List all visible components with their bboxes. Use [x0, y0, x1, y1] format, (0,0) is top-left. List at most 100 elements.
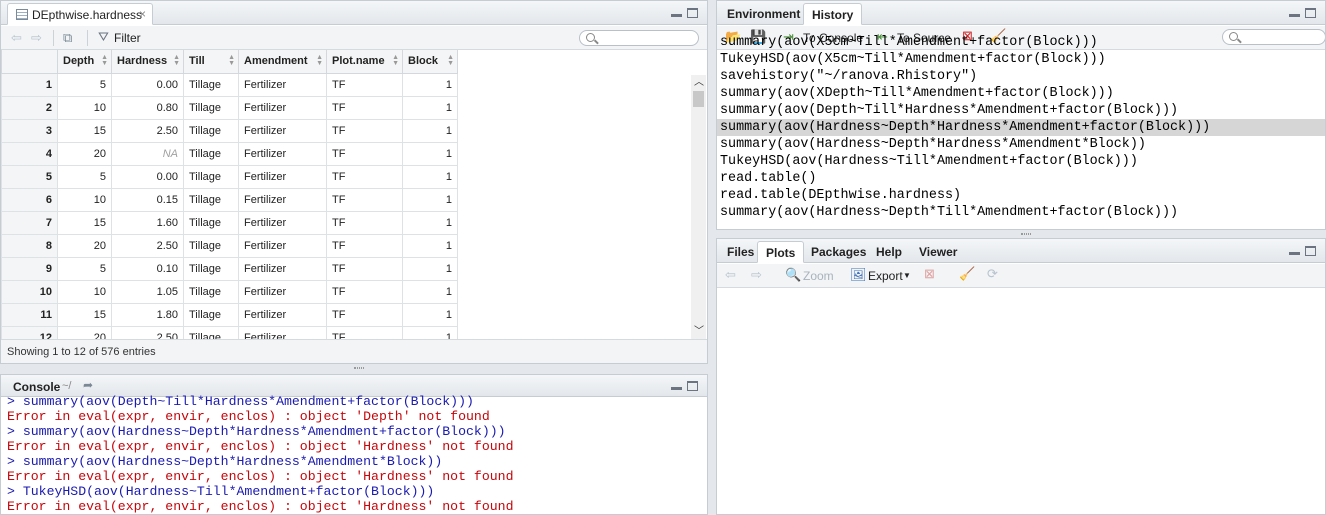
popout-icon[interactable]: ⧉	[63, 30, 72, 46]
history-entry[interactable]: summary(aov(Depth~Till*Hardness*Amendmen…	[717, 102, 1325, 119]
history-entry[interactable]: summary(aov(X5cm~Till*Amendment+factor(B…	[717, 34, 1325, 51]
tab-files[interactable]: Files	[719, 241, 762, 263]
back-arrow-icon[interactable]: ⇦	[725, 267, 736, 283]
search-input[interactable]	[579, 30, 699, 46]
history-entry[interactable]: summary(aov(Hardness~Depth*Hardness*Amen…	[717, 119, 1325, 136]
export-button[interactable]: Export	[868, 269, 903, 283]
console-window-controls[interactable]	[671, 381, 701, 393]
history-entry[interactable]: savehistory("~/ranova.Rhistory")	[717, 68, 1325, 85]
maximize-icon[interactable]	[1305, 246, 1316, 256]
maximize-icon[interactable]	[687, 8, 698, 18]
table-row[interactable]: 6 10 0.15 Tillage Fertilizer TF 1	[1, 187, 458, 212]
table-row[interactable]: 2 10 0.80 Tillage Fertilizer TF 1	[1, 95, 458, 120]
window-controls[interactable]	[671, 8, 701, 20]
vertical-scrollbar[interactable]: ︿ ﹀	[691, 75, 706, 339]
column-header-till[interactable]: Till ▲ ▼	[183, 50, 239, 74]
console-output[interactable]: > summary(aov(Depth~Till*Hardness*Amendm…	[1, 394, 707, 514]
column-header-hardness[interactable]: Hardness ▲ ▼	[111, 50, 184, 74]
table-row[interactable]: 11 15 1.80 Tillage Fertilizer TF 1	[1, 302, 458, 327]
vertical-splitter[interactable]	[708, 0, 716, 515]
table-row[interactable]: 4 20 NA Tillage Fertilizer TF 1	[1, 141, 458, 166]
zoom-icon[interactable]: 🔍	[785, 267, 801, 283]
forward-arrow-icon[interactable]: ⇨	[31, 30, 42, 46]
navigate-arrow-icon[interactable]: ➦	[83, 378, 93, 392]
left-splitter[interactable]	[0, 364, 708, 372]
data-table-body: 1 5 0.00 Tillage Fertilizer TF 1 2 10 0.80 Tillage…	[1, 72, 458, 350]
minimize-icon[interactable]	[1289, 14, 1300, 17]
history-pane: Environment History 📂 💾 ⇥ To Console ⇤ T…	[716, 0, 1326, 230]
table-row[interactable]: 10 10 1.05 Tillage Fertilizer TF 1	[1, 279, 458, 304]
splitter-grip-icon[interactable]	[354, 367, 364, 369]
filter-button[interactable]: Filter	[114, 31, 141, 45]
till-cell: Tillage	[183, 233, 239, 258]
till-cell: Tillage	[183, 210, 239, 235]
column-header-depth[interactable]: Depth ▲ ▼	[57, 50, 112, 74]
plot-name-cell: TF	[326, 256, 403, 281]
table-row[interactable]: 9 5 0.10 Tillage Fertilizer TF 1	[1, 256, 458, 281]
console-error-line: Error in eval(expr, envir, enclos) : obj…	[7, 499, 514, 514]
history-entry[interactable]: summary(aov(Hardness~Depth*Till*Amendmen…	[717, 204, 1325, 221]
console-title: Console	[13, 380, 61, 394]
amendment-cell: Fertilizer	[238, 141, 327, 166]
till-cell: Tillage	[183, 141, 239, 166]
back-arrow-icon[interactable]: ⇦	[11, 30, 22, 46]
window-controls[interactable]	[1289, 8, 1319, 20]
column-header-block[interactable]: Block ▲ ▼	[402, 50, 458, 74]
console-command-line: > summary(aov(Hardness~Depth*Hardness*Am…	[7, 454, 443, 469]
history-entry[interactable]: read.table(DEpthwise.hardness)	[717, 187, 1325, 204]
row-number-cell: 3	[1, 118, 58, 143]
table-row[interactable]: 5 5 0.00 Tillage Fertilizer TF 1	[1, 164, 458, 189]
history-entry[interactable]: summary(aov(XDepth~Till*Amendment+factor…	[717, 85, 1325, 102]
tab-viewer[interactable]: Viewer	[911, 241, 965, 263]
close-icon[interactable]: ×	[139, 7, 146, 21]
block-cell: 1	[402, 302, 458, 327]
forward-arrow-icon[interactable]: ⇨	[751, 267, 762, 283]
plot-name-cell: TF	[326, 233, 403, 258]
column-header-label: Amendment	[244, 55, 308, 68]
maximize-icon[interactable]	[687, 381, 698, 391]
history-entry[interactable]: read.table()	[717, 170, 1325, 187]
maximize-icon[interactable]	[1305, 8, 1316, 18]
history-entry[interactable]: TukeyHSD(aov(Hardness~Till*Amendment+fac…	[717, 153, 1325, 170]
history-entry[interactable]: summary(aov(Hardness~Depth*Hardness*Amen…	[717, 136, 1325, 153]
minimize-icon[interactable]	[671, 387, 682, 390]
plot-name-cell: TF	[326, 302, 403, 327]
console-error-line: Error in eval(expr, envir, enclos) : obj…	[7, 469, 514, 484]
column-header-amendment[interactable]: Amendment ▲ ▼	[238, 50, 327, 74]
tab-plots[interactable]: Plots	[757, 241, 805, 263]
remove-plot-icon[interactable]: ⊠	[924, 266, 935, 282]
export-icon[interactable]: 🖼	[850, 267, 867, 283]
refresh-icon[interactable]: ⟳	[987, 266, 998, 282]
window-controls[interactable]	[1289, 246, 1319, 258]
minimize-icon[interactable]	[1289, 252, 1300, 255]
minimize-icon[interactable]	[671, 14, 682, 17]
table-row[interactable]: 1 5 0.00 Tillage Fertilizer TF 1	[1, 72, 458, 97]
tab-packages[interactable]: Packages	[803, 241, 874, 263]
sort-icon: ▲ ▼	[101, 54, 108, 67]
chevron-down-icon[interactable]: ▼	[903, 271, 911, 280]
clear-broom-icon[interactable]: 🧹	[959, 266, 975, 282]
column-header-plot-name[interactable]: Plot.name ▲ ▼	[326, 50, 403, 74]
console-path: ~/	[62, 380, 72, 392]
history-entry[interactable]: TukeyHSD(aov(X5cm~Till*Amendment+factor(…	[717, 51, 1325, 68]
filter-icon[interactable]: ⛛	[98, 29, 109, 45]
right-splitter[interactable]	[716, 230, 1326, 238]
tab-environment[interactable]: Environment	[719, 3, 808, 25]
table-row[interactable]: 7 15 1.60 Tillage Fertilizer TF 1	[1, 210, 458, 235]
splitter-grip-icon[interactable]	[1021, 233, 1031, 235]
column-header-label: Plot.name	[332, 55, 385, 68]
scrollbar-thumb[interactable]	[693, 91, 704, 107]
row-number-cell: 7	[1, 210, 58, 235]
scroll-down-icon[interactable]: ﹀	[694, 322, 704, 337]
zoom-button[interactable]: Zoom	[803, 269, 834, 283]
tab-history[interactable]: History	[803, 3, 863, 25]
table-row[interactable]: 3 15 2.50 Tillage Fertilizer TF 1	[1, 118, 458, 143]
tab-dataset[interactable]: DEpthwise.hardness ×	[7, 3, 153, 25]
hardness-cell: 0.00	[111, 164, 184, 189]
till-cell: Tillage	[183, 187, 239, 212]
table-row[interactable]: 8 20 2.50 Tillage Fertilizer TF 1	[1, 233, 458, 258]
tab-help[interactable]: Help	[868, 241, 910, 263]
depth-cell: 5	[57, 164, 112, 189]
history-list[interactable]: summary(aov(X5cm~Till*Amendment+factor(B…	[717, 35, 1325, 229]
scroll-up-icon[interactable]: ︿	[694, 73, 704, 88]
